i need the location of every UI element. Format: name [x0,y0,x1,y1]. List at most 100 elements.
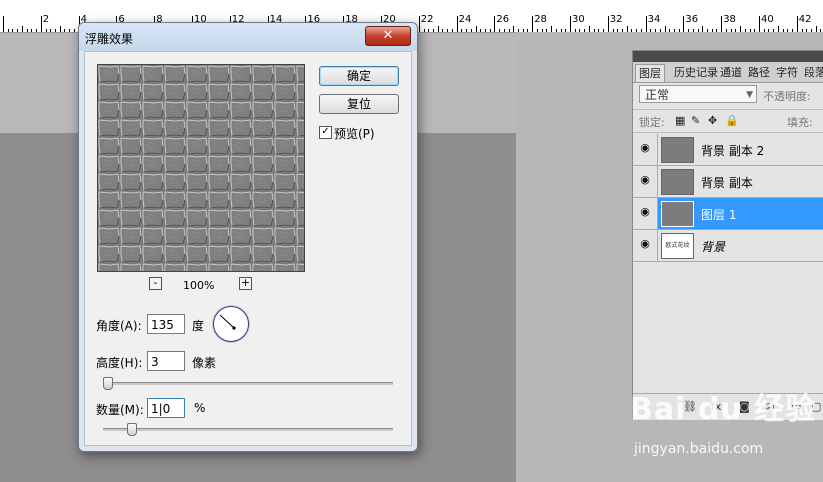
close-button[interactable]: ✕ [365,26,411,46]
ruler-tick [570,16,571,32]
height-input[interactable]: 3 [147,351,185,371]
ruler-tick [508,29,510,32]
emboss-texture [98,65,304,271]
eye-icon: ◉ [640,205,650,218]
tab-history[interactable]: 历史记录 [671,64,719,81]
layer-thumbnail [661,169,694,195]
dialog-body: - 100% + 确定 复位 ✓ 预览(P) 角度(A): 135 度 高度(H… [84,51,412,446]
ruler-tick [423,29,425,32]
lock-brush-icon[interactable]: ✎ [691,114,700,127]
reset-button[interactable]: 复位 [319,94,399,114]
panel-tabs: 图层 历史记录 通道 路径 字符 段落 [633,62,823,83]
zoom-level: 100% [183,279,215,292]
ruler-label: 26 [496,14,510,25]
tab-layers[interactable]: 图层 [635,64,665,82]
visibility-toggle[interactable]: ◉ [633,198,658,229]
layer-thumbnail: 欧式花纹 [661,233,694,259]
tab-paragraph[interactable]: 段落 [801,64,823,81]
visibility-toggle[interactable]: ◉ [633,166,658,197]
lock-move-icon[interactable]: ✥ [708,114,717,127]
layer-row[interactable]: ◉ 背景 副本 [633,166,823,198]
baidu-watermark: Bai du 经验 [630,392,817,427]
watermark-url: jingyan.baidu.com [634,441,764,457]
ruler-label: 42 [798,14,812,25]
ruler-label: 32 [609,14,623,25]
angle-dial[interactable] [213,306,249,342]
ruler-tick [3,16,4,32]
ruler-label: 30 [572,14,585,25]
ruler-tick [503,29,505,32]
ruler-tick [31,29,33,32]
height-slider-track[interactable] [103,382,393,385]
layer-row[interactable]: ◉ 背景 副本 2 [633,134,823,166]
ruler-tick [499,29,501,32]
eye-icon: ◉ [640,141,650,154]
ruler-tick [26,29,28,32]
ruler-label: 36 [685,14,699,25]
chevron-down-icon: ▼ [746,90,753,100]
layer-name: 图层 1 [701,208,737,222]
height-slider-thumb[interactable] [103,377,113,390]
height-unit: 像素 [192,356,217,370]
amount-input[interactable]: 1|0 [147,398,185,418]
emboss-preview[interactable] [97,64,305,272]
lock-label: 锁定: [639,116,665,129]
ruler-tick [480,29,482,32]
dialog-title: 浮雕效果 [85,32,134,46]
tab-channels[interactable]: 通道 [717,64,745,81]
amount-slider-thumb[interactable] [127,423,137,436]
ruler-tick [12,29,14,32]
layer-name: 背景 副本 2 [701,144,765,158]
ruler-tick [7,29,9,32]
ruler-tick [461,29,463,32]
lock-all-icon[interactable]: 🔒 [725,114,739,127]
ruler-tick [54,29,56,32]
opacity-label: 不透明度: [763,90,811,103]
ruler-tick [69,29,71,32]
ruler-tick [532,16,534,32]
layer-name: 背景 [701,240,726,254]
ok-button[interactable]: 确定 [319,66,399,86]
ruler-tick [466,29,468,32]
ruler-tick [432,29,434,32]
angle-input[interactable]: 135 [147,314,185,334]
preview-checkbox[interactable]: ✓ [319,126,332,139]
layer-row[interactable]: ◉ 欧式花纹 背景 [633,230,823,262]
visibility-toggle[interactable]: ◉ [633,230,658,261]
amount-slider-track[interactable] [103,428,393,431]
blend-mode-select[interactable]: 正常 ▼ [639,85,757,103]
visibility-toggle[interactable]: ◉ [633,134,658,165]
ruler-tick [64,29,66,32]
eye-icon: ◉ [640,237,650,250]
ruler-tick [683,16,685,32]
ruler-tick [451,29,453,32]
ruler-label: 24 [458,14,472,25]
lock-transparency-icon[interactable]: ▦ [675,114,685,127]
height-label: 高度(H): [96,356,143,370]
layer-thumbnail [661,201,694,227]
angle-label: 角度(A): [96,319,142,333]
ruler-label: 40 [761,14,774,25]
ruler-tick [36,29,38,32]
zoom-in-button[interactable]: + [239,277,252,290]
ruler-tick [73,29,75,32]
tab-character[interactable]: 字符 [773,64,801,81]
emboss-dialog: 浮雕效果 ✕ - 100% + 确定 复位 ✓ 预览(P) 角度(A): 135… [78,22,418,452]
ruler-tick [21,26,23,32]
ruler-tick [59,26,61,32]
ruler-tick [475,26,477,32]
ruler-tick [607,16,609,32]
layer-row-selected[interactable]: ◉ 图层 1 [633,198,823,230]
ruler-label: 38 [723,14,736,25]
ruler-label: 2 [42,14,50,25]
zoom-out-button[interactable]: - [149,277,162,290]
ruler-tick [17,29,19,32]
ruler-label: 34 [647,14,661,25]
ruler-tick [721,16,723,32]
ruler-tick [489,29,491,32]
preview-label: 预览(P) [334,127,375,141]
amount-label: 数量(M): [96,403,144,417]
panel-header-bar[interactable] [633,51,823,62]
dialog-titlebar[interactable]: 浮雕效果 ✕ [79,23,417,51]
blend-mode-value: 正常 [645,88,670,102]
